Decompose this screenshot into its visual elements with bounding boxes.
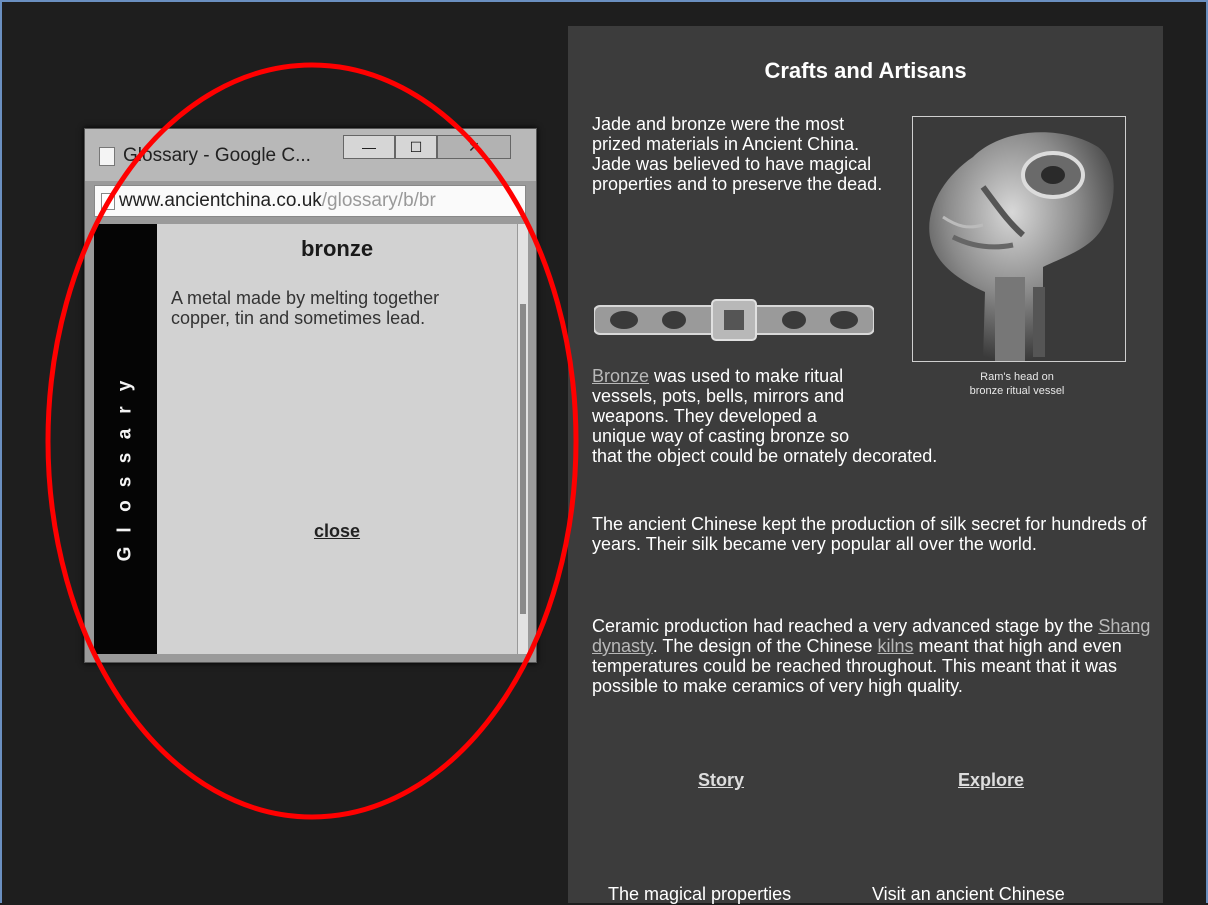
popup-title: Glossary - Google C... — [123, 145, 311, 166]
url-text: www.ancientchina.co.uk/glossary/b/br — [119, 190, 436, 212]
explore-link[interactable]: Explore — [958, 770, 1024, 791]
explore-description: Visit an ancient Chinese — [872, 884, 1065, 904]
story-link[interactable]: Story — [698, 770, 744, 791]
glossary-letter: G — [114, 546, 136, 562]
glossary-vertical-label: yrassolG — [104, 374, 147, 566]
content-panel: Crafts and Artisans Jade and bronze were… — [568, 26, 1163, 904]
paragraph-silk: The ancient Chinese kept the production … — [592, 514, 1147, 554]
glossary-sidebar: yrassolG — [94, 224, 157, 654]
popup-titlebar[interactable]: Glossary - Google C... — ☐ ✕ — [85, 129, 536, 181]
glossary-content: bronze A metal made by melting together … — [157, 224, 517, 654]
glossary-popup-window[interactable]: Glossary - Google C... — ☐ ✕ www.ancient… — [84, 128, 537, 663]
bronze-ornament-image — [593, 294, 875, 344]
url-path: /glossary/b/br — [321, 190, 436, 211]
page-title: Crafts and Artisans — [764, 58, 967, 83]
kilns-link[interactable]: kilns — [878, 636, 914, 656]
minimize-button[interactable]: — — [343, 135, 395, 159]
paragraph-ceramics: Ceramic production had reached a very ad… — [592, 616, 1152, 696]
paragraph-bronze: Bronze was used to make ritual vessels, … — [592, 366, 1152, 466]
rams-head-image — [912, 116, 1126, 362]
story-description: The magical properties — [608, 884, 792, 904]
page-icon — [101, 193, 115, 210]
close-window-button[interactable]: ✕ — [437, 135, 511, 159]
window-frame-top — [0, 0, 1208, 2]
bronze-link[interactable]: Bronze — [592, 366, 649, 386]
paragraph-ceramics-text-a: Ceramic production had reached a very ad… — [592, 616, 1099, 636]
page-icon — [99, 147, 115, 166]
address-bar[interactable]: www.ancientchina.co.uk/glossary/b/br — [94, 185, 526, 217]
glossary-definition: A metal made by melting together copper,… — [171, 288, 440, 328]
paragraph-jade: Jade and bronze were the most prized mat… — [592, 114, 883, 194]
url-host: www.ancientchina.co.uk — [119, 190, 322, 211]
paragraph-ceramics-text-b: . The design of the Chinese — [652, 636, 878, 656]
scrollbar-thumb[interactable] — [520, 304, 526, 614]
window-controls: — ☐ ✕ — [343, 135, 535, 159]
window-frame-left — [0, 0, 2, 903]
glossary-term: bronze — [300, 236, 374, 261]
maximize-button[interactable]: ☐ — [395, 135, 437, 159]
close-link[interactable]: close — [157, 521, 517, 542]
popup-scrollbar[interactable] — [517, 224, 528, 654]
